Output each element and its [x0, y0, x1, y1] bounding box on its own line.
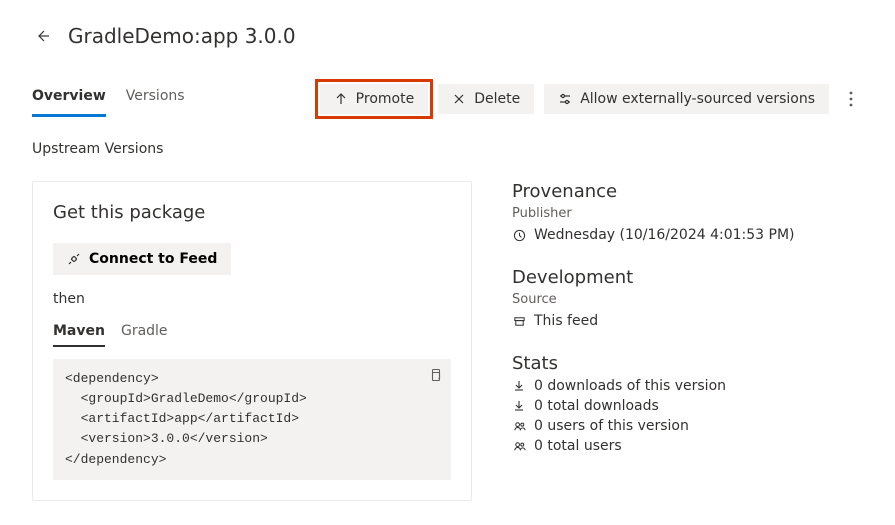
action-buttons: Promote Delete Allow externally-sourced …: [320, 84, 863, 114]
users-icon: [512, 439, 526, 453]
upstream-versions-label: Upstream Versions: [32, 141, 863, 157]
development-heading: Development: [512, 267, 863, 288]
publish-timestamp: Wednesday (10/16/2024 4:01:53 PM): [512, 227, 863, 243]
snippet-tabs: Maven Gradle: [53, 319, 451, 347]
download-icon: [512, 399, 526, 413]
stats-downloads-total: 0 total downloads: [512, 398, 863, 414]
stats-line2-text: 0 total downloads: [534, 398, 659, 414]
source-text: This feed: [534, 313, 598, 329]
connect-to-feed-button[interactable]: Connect to Feed: [53, 243, 231, 275]
arrow-up-icon: [334, 92, 348, 106]
content-columns: Get this package Connect to Feed then Ma…: [32, 181, 863, 501]
clock-icon: [512, 228, 526, 242]
users-icon: [512, 419, 526, 433]
stats-line1-text: 0 downloads of this version: [534, 378, 726, 394]
timestamp-text: Wednesday (10/16/2024 4:01:53 PM): [534, 227, 795, 243]
stats-users-total: 0 total users: [512, 438, 863, 454]
stats-heading: Stats: [512, 353, 863, 374]
source-value: This feed: [512, 313, 863, 329]
stats-line4-text: 0 total users: [534, 438, 622, 454]
download-icon: [512, 379, 526, 393]
publisher-label: Publisher: [512, 206, 863, 221]
delete-button[interactable]: Delete: [438, 84, 534, 114]
provenance-group: Provenance Publisher Wednesday (10/16/20…: [512, 181, 863, 243]
more-options-button[interactable]: [839, 87, 863, 111]
get-package-title: Get this package: [53, 202, 451, 223]
snippet-tab-gradle[interactable]: Gradle: [121, 319, 168, 347]
sliders-icon: [558, 92, 572, 106]
snippet-tab-maven[interactable]: Maven: [53, 319, 105, 347]
source-label: Source: [512, 292, 863, 307]
stats-group: Stats 0 downloads of this version 0 tota…: [512, 353, 863, 454]
allow-external-label: Allow externally-sourced versions: [580, 91, 815, 107]
code-snippet: <dependency> <groupId>GradleDemo</groupI…: [53, 359, 451, 480]
copy-icon[interactable]: [425, 365, 445, 385]
development-group: Development Source This feed: [512, 267, 863, 329]
delete-label: Delete: [474, 91, 520, 107]
connect-label: Connect to Feed: [89, 251, 217, 267]
stats-users-version: 0 users of this version: [512, 418, 863, 434]
allow-external-button[interactable]: Allow externally-sourced versions: [544, 84, 829, 114]
page-header: GradleDemo:app 3.0.0: [32, 24, 863, 48]
promote-label: Promote: [356, 91, 415, 107]
stats-downloads-version: 0 downloads of this version: [512, 378, 863, 394]
page-title: GradleDemo:app 3.0.0: [68, 24, 296, 48]
stats-line3-text: 0 users of this version: [534, 418, 689, 434]
snippet-text: <dependency> <groupId>GradleDemo</groupI…: [65, 371, 307, 467]
toolbar-row: Overview Versions Promote Delete Allow e…: [32, 80, 863, 117]
then-text: then: [53, 291, 451, 307]
plug-icon: [67, 252, 81, 266]
back-arrow-icon[interactable]: [32, 26, 52, 46]
tab-versions[interactable]: Versions: [126, 80, 185, 117]
close-icon: [452, 92, 466, 106]
archive-icon: [512, 314, 526, 328]
tab-overview[interactable]: Overview: [32, 80, 106, 117]
get-package-card: Get this package Connect to Feed then Ma…: [32, 181, 472, 501]
provenance-heading: Provenance: [512, 181, 863, 202]
main-tabs: Overview Versions: [32, 80, 185, 117]
promote-button[interactable]: Promote: [320, 84, 429, 114]
